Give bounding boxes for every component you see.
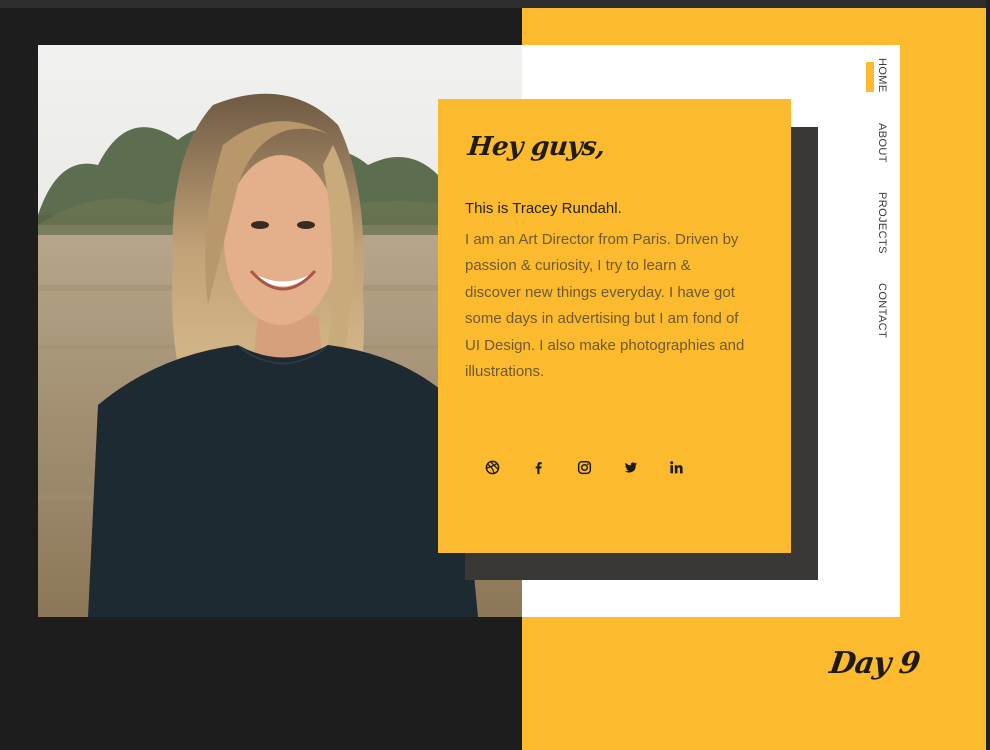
nav-projects-label: PROJECTS <box>876 192 888 254</box>
instagram-link[interactable] <box>577 457 623 477</box>
nav-home[interactable]: HOME <box>862 58 888 93</box>
nav-contact-label: CONTACT <box>876 283 888 339</box>
social-links <box>485 457 715 477</box>
nav-contact[interactable]: CONTACT <box>862 283 888 338</box>
bio-paragraph: I am an Art Director from Paris. Driven … <box>465 231 745 381</box>
intro-line: This is Tracey Rundahl. <box>465 200 622 217</box>
window-right-edge <box>986 0 990 750</box>
nav-about-label: ABOUT <box>876 123 888 163</box>
vertical-nav: HOME ABOUT PROJECTS CONTACT <box>862 58 888 358</box>
linkedin-icon <box>670 460 683 473</box>
dribbble-link[interactable] <box>485 457 531 477</box>
instagram-icon <box>577 460 592 474</box>
facebook-link[interactable] <box>531 457 577 477</box>
twitter-link[interactable] <box>623 457 669 477</box>
intro-card: Hey guys, This is Tracey Rundahl. I am a… <box>438 99 791 553</box>
dribbble-icon <box>485 460 500 474</box>
window-top-edge <box>0 0 990 8</box>
linkedin-link[interactable] <box>669 457 715 477</box>
day-label: Day 9 <box>827 646 922 681</box>
twitter-icon <box>624 461 638 473</box>
nav-home-label: HOME <box>876 58 888 93</box>
nav-about[interactable]: ABOUT <box>862 123 888 163</box>
greeting-heading: Hey guys, <box>466 132 607 162</box>
nav-projects[interactable]: PROJECTS <box>862 192 888 254</box>
facebook-icon <box>535 461 542 474</box>
